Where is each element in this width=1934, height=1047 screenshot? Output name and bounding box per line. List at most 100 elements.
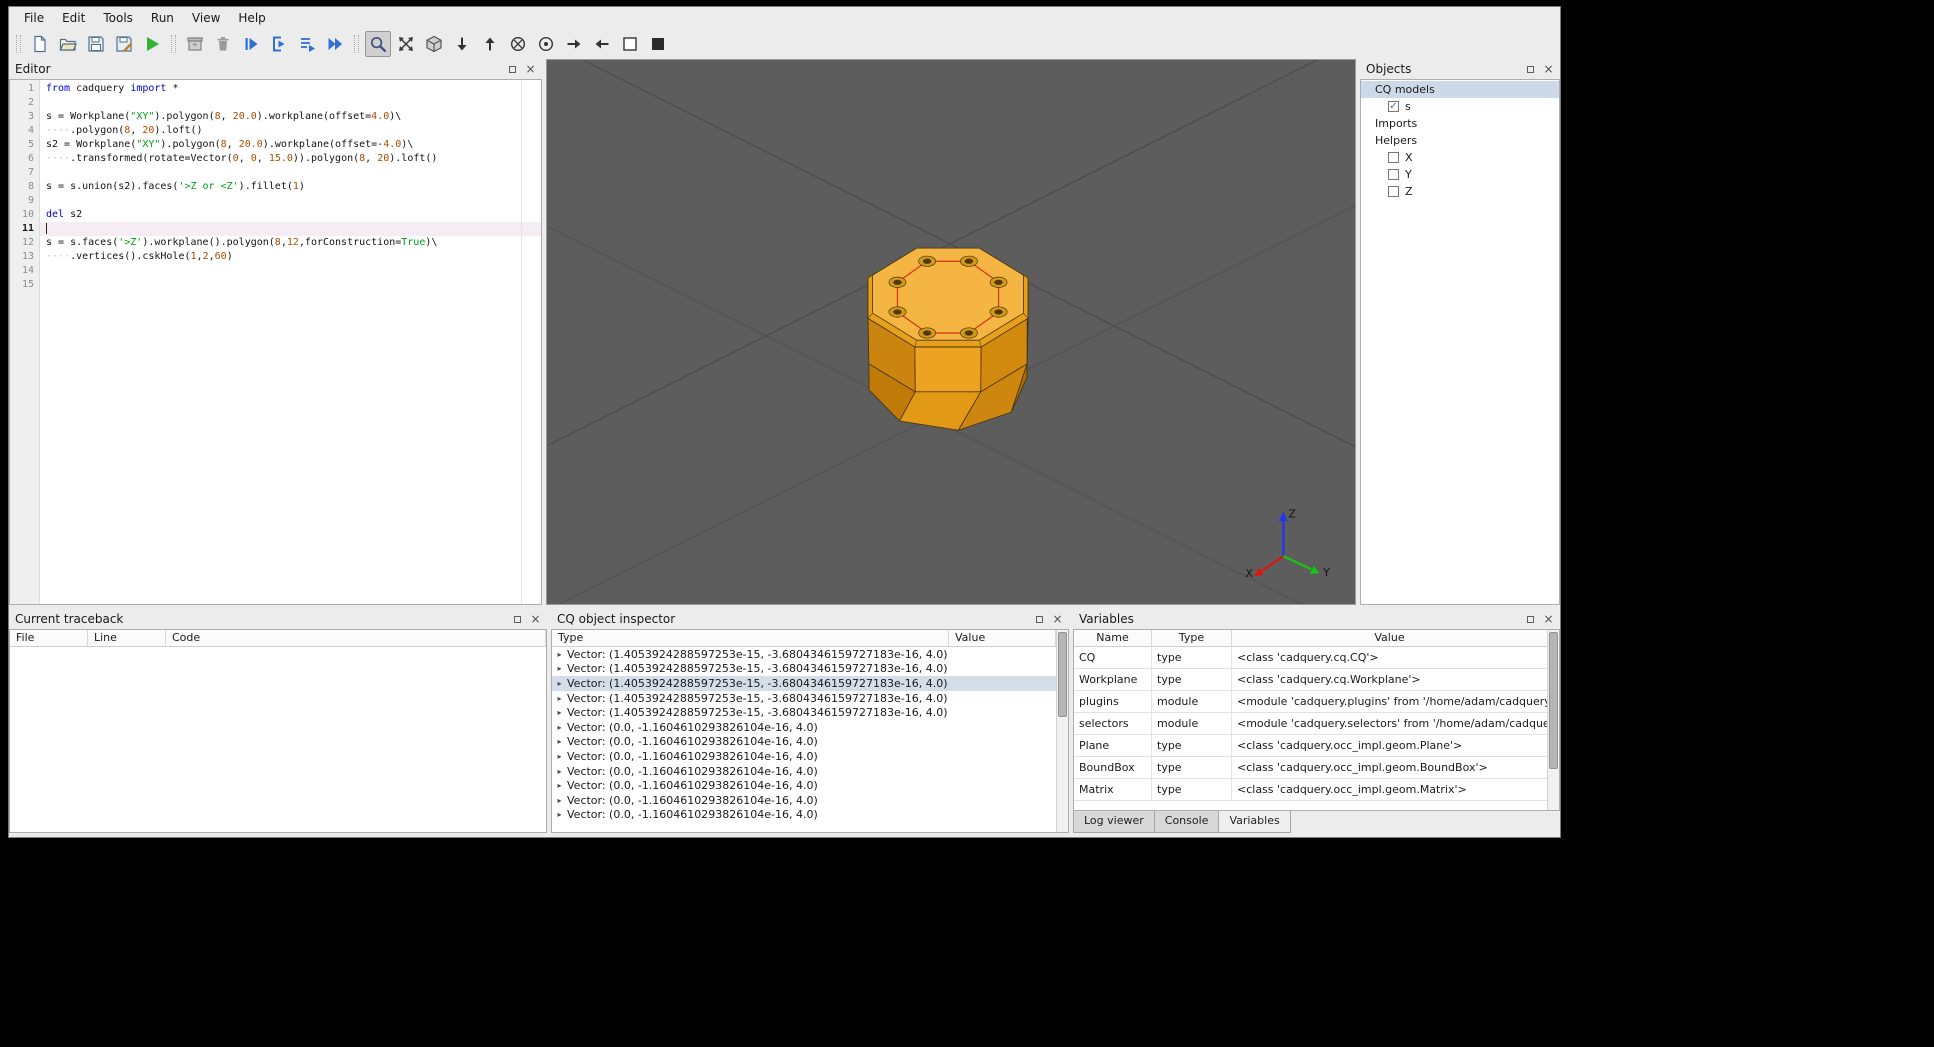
variable-row-workplane[interactable]: Workplane type <class 'cadquery.cq.Workpla… (1074, 669, 1548, 691)
step-in-button[interactable] (294, 31, 320, 57)
inspector-close-button[interactable]: × (1050, 612, 1065, 626)
code-line-1[interactable]: from cadquery import * (40, 82, 541, 96)
code-line-14[interactable] (40, 264, 541, 278)
code-line-6[interactable]: ····.transformed(rotate=Vector(0, 0, 15.… (40, 152, 541, 166)
inspector-row-9[interactable]: ▸ Vector: (0.0, -1.1604610293826104e-16, … (552, 778, 1056, 793)
column-header-code[interactable]: Code (166, 630, 546, 646)
code-area[interactable]: from cadquery import * s = Workplane("XY"… (40, 80, 541, 604)
code-line-11[interactable] (40, 222, 541, 236)
wireframe-button[interactable] (617, 31, 643, 57)
code-line-9[interactable] (40, 194, 541, 208)
expander-icon[interactable]: ▸ (552, 664, 567, 673)
viewport-3d[interactable]: Z X Y (546, 59, 1356, 605)
column-header-type[interactable]: Type (552, 630, 949, 646)
checkbox-x[interactable] (1388, 152, 1399, 163)
bottom-view-button[interactable] (477, 31, 503, 57)
code-line-12[interactable]: s = s.faces('>Z').workplane().polygon(8,… (40, 236, 541, 250)
save-button[interactable] (83, 31, 109, 57)
inspector-row-6[interactable]: ▸ Vector: (0.0, -1.1604610293826104e-16, … (552, 735, 1056, 750)
tree-item-z[interactable]: Z (1361, 183, 1559, 200)
clear-button[interactable] (210, 31, 236, 57)
inspector-scrollbar[interactable] (1056, 630, 1068, 832)
inspector-row-5[interactable]: ▸ Vector: (0.0, -1.1604610293826104e-16, … (552, 720, 1056, 735)
inspector-row-10[interactable]: ▸ Vector: (0.0, -1.1604610293826104e-16, … (552, 793, 1056, 808)
code-line-7[interactable] (40, 166, 541, 180)
column-header-value[interactable]: Value (1232, 630, 1548, 646)
left-view-button[interactable] (561, 31, 587, 57)
tree-item-s[interactable]: ✓ s (1361, 98, 1559, 115)
variable-row-selectors[interactable]: selectors module <module 'cadquery.selecto… (1074, 713, 1548, 735)
column-header-file[interactable]: File (10, 630, 88, 646)
continue-button[interactable] (322, 31, 348, 57)
inspector-row-7[interactable]: ▸ Vector: (0.0, -1.1604610293826104e-16, … (552, 749, 1056, 764)
expander-icon[interactable]: ▸ (552, 796, 567, 805)
variable-row-matrix[interactable]: Matrix type <class 'cadquery.occ_impl.geom… (1074, 779, 1548, 801)
inspector-row-1[interactable]: ▸ Vector: (1.4053924288597253e-15, -3.680… (552, 662, 1056, 677)
code-line-13[interactable]: ····.vertices().cskHole(1,2,60) (40, 250, 541, 264)
code-line-2[interactable] (40, 96, 541, 110)
tab-console[interactable]: Console (1153, 811, 1220, 833)
variables-scrollbar[interactable] (1547, 630, 1559, 810)
step-button[interactable] (266, 31, 292, 57)
checkbox-y[interactable] (1388, 169, 1399, 180)
tree-item-cq-models[interactable]: CQ models (1361, 81, 1559, 98)
objects-float-button[interactable] (1523, 62, 1538, 76)
scrollbar-thumb[interactable] (1549, 632, 1558, 769)
export-button[interactable] (182, 31, 208, 57)
expander-icon[interactable]: ▸ (552, 708, 567, 717)
new-script-button[interactable] (27, 31, 53, 57)
inspector-row-0[interactable]: ▸ Vector: (1.4053924288597253e-15, -3.680… (552, 647, 1056, 662)
inspector-row-8[interactable]: ▸ Vector: (0.0, -1.1604610293826104e-16, … (552, 764, 1056, 779)
expander-icon[interactable]: ▸ (552, 810, 567, 819)
tab-variables[interactable]: Variables (1218, 811, 1291, 833)
3d-scene[interactable]: Z X Y (547, 60, 1355, 604)
top-view-button[interactable] (449, 31, 475, 57)
expander-icon[interactable]: ▸ (552, 694, 567, 703)
zoom-tool-button[interactable] (365, 31, 391, 57)
expander-icon[interactable]: ▸ (552, 650, 567, 659)
tree-item-imports[interactable]: Imports (1361, 115, 1559, 132)
expander-icon[interactable]: ▸ (552, 781, 567, 790)
variables-close-button[interactable]: × (1541, 612, 1556, 626)
expander-icon[interactable]: ▸ (552, 752, 567, 761)
front-view-button[interactable] (505, 31, 531, 57)
code-line-8[interactable]: s = s.union(s2).faces('>Z or <Z').fillet… (40, 180, 541, 194)
expander-icon[interactable]: ▸ (552, 723, 567, 732)
editor-close-button[interactable]: × (523, 62, 538, 76)
code-line-5[interactable]: s2 = Workplane("XY").polygon(8, 20.0).wo… (40, 138, 541, 152)
code-line-10[interactable]: del s2 (40, 208, 541, 222)
variable-row-cq[interactable]: CQ type <class 'cadquery.cq.CQ'> (1074, 647, 1548, 669)
tree-item-x[interactable]: X (1361, 149, 1559, 166)
open-script-button[interactable] (55, 31, 81, 57)
code-line-3[interactable]: s = Workplane("XY").polygon(8, 20.0).wor… (40, 110, 541, 124)
checkbox-s[interactable]: ✓ (1388, 101, 1399, 112)
menu-run[interactable]: Run (142, 9, 183, 27)
expander-icon[interactable]: ▸ (552, 679, 567, 688)
editor-float-button[interactable] (505, 62, 520, 76)
menu-edit[interactable]: Edit (53, 9, 94, 27)
checkbox-z[interactable] (1388, 186, 1399, 197)
render-button[interactable] (139, 31, 165, 57)
variable-row-plugins[interactable]: plugins module <module 'cadquery.plugins' … (1074, 691, 1548, 713)
objects-close-button[interactable]: × (1541, 62, 1556, 76)
inspector-row-2[interactable]: ▸ Vector: (1.4053924288597253e-15, -3.680… (552, 676, 1056, 691)
back-view-button[interactable] (533, 31, 559, 57)
tab-log-viewer[interactable]: Log viewer (1073, 811, 1155, 833)
variable-row-boundbox[interactable]: BoundBox type <class 'cadquery.occ_impl.ge… (1074, 757, 1548, 779)
code-line-15[interactable] (40, 278, 541, 292)
right-view-button[interactable] (589, 31, 615, 57)
column-header-line[interactable]: Line (88, 630, 166, 646)
variable-row-plane[interactable]: Plane type <class 'cadquery.occ_impl.geom.… (1074, 735, 1548, 757)
inspector-row-4[interactable]: ▸ Vector: (1.4053924288597253e-15, -3.680… (552, 705, 1056, 720)
editor-content[interactable]: 1 2 3 4 5 6 7 8 9 10 11 12 13 14 15 from cadquery impo… (9, 79, 542, 605)
code-line-4[interactable]: ····.polygon(8, 20).loft() (40, 124, 541, 138)
shaded-button[interactable] (645, 31, 671, 57)
column-header-value[interactable]: Value (949, 630, 1056, 646)
menu-view[interactable]: View (183, 9, 229, 27)
column-header-type[interactable]: Type (1152, 630, 1232, 646)
inspector-row-11[interactable]: ▸ Vector: (0.0, -1.1604610293826104e-16, … (552, 808, 1056, 823)
traceback-close-button[interactable]: × (528, 612, 543, 626)
tree-item-helpers[interactable]: Helpers (1361, 132, 1559, 149)
debug-button[interactable] (238, 31, 264, 57)
inspector-float-button[interactable] (1032, 612, 1047, 626)
